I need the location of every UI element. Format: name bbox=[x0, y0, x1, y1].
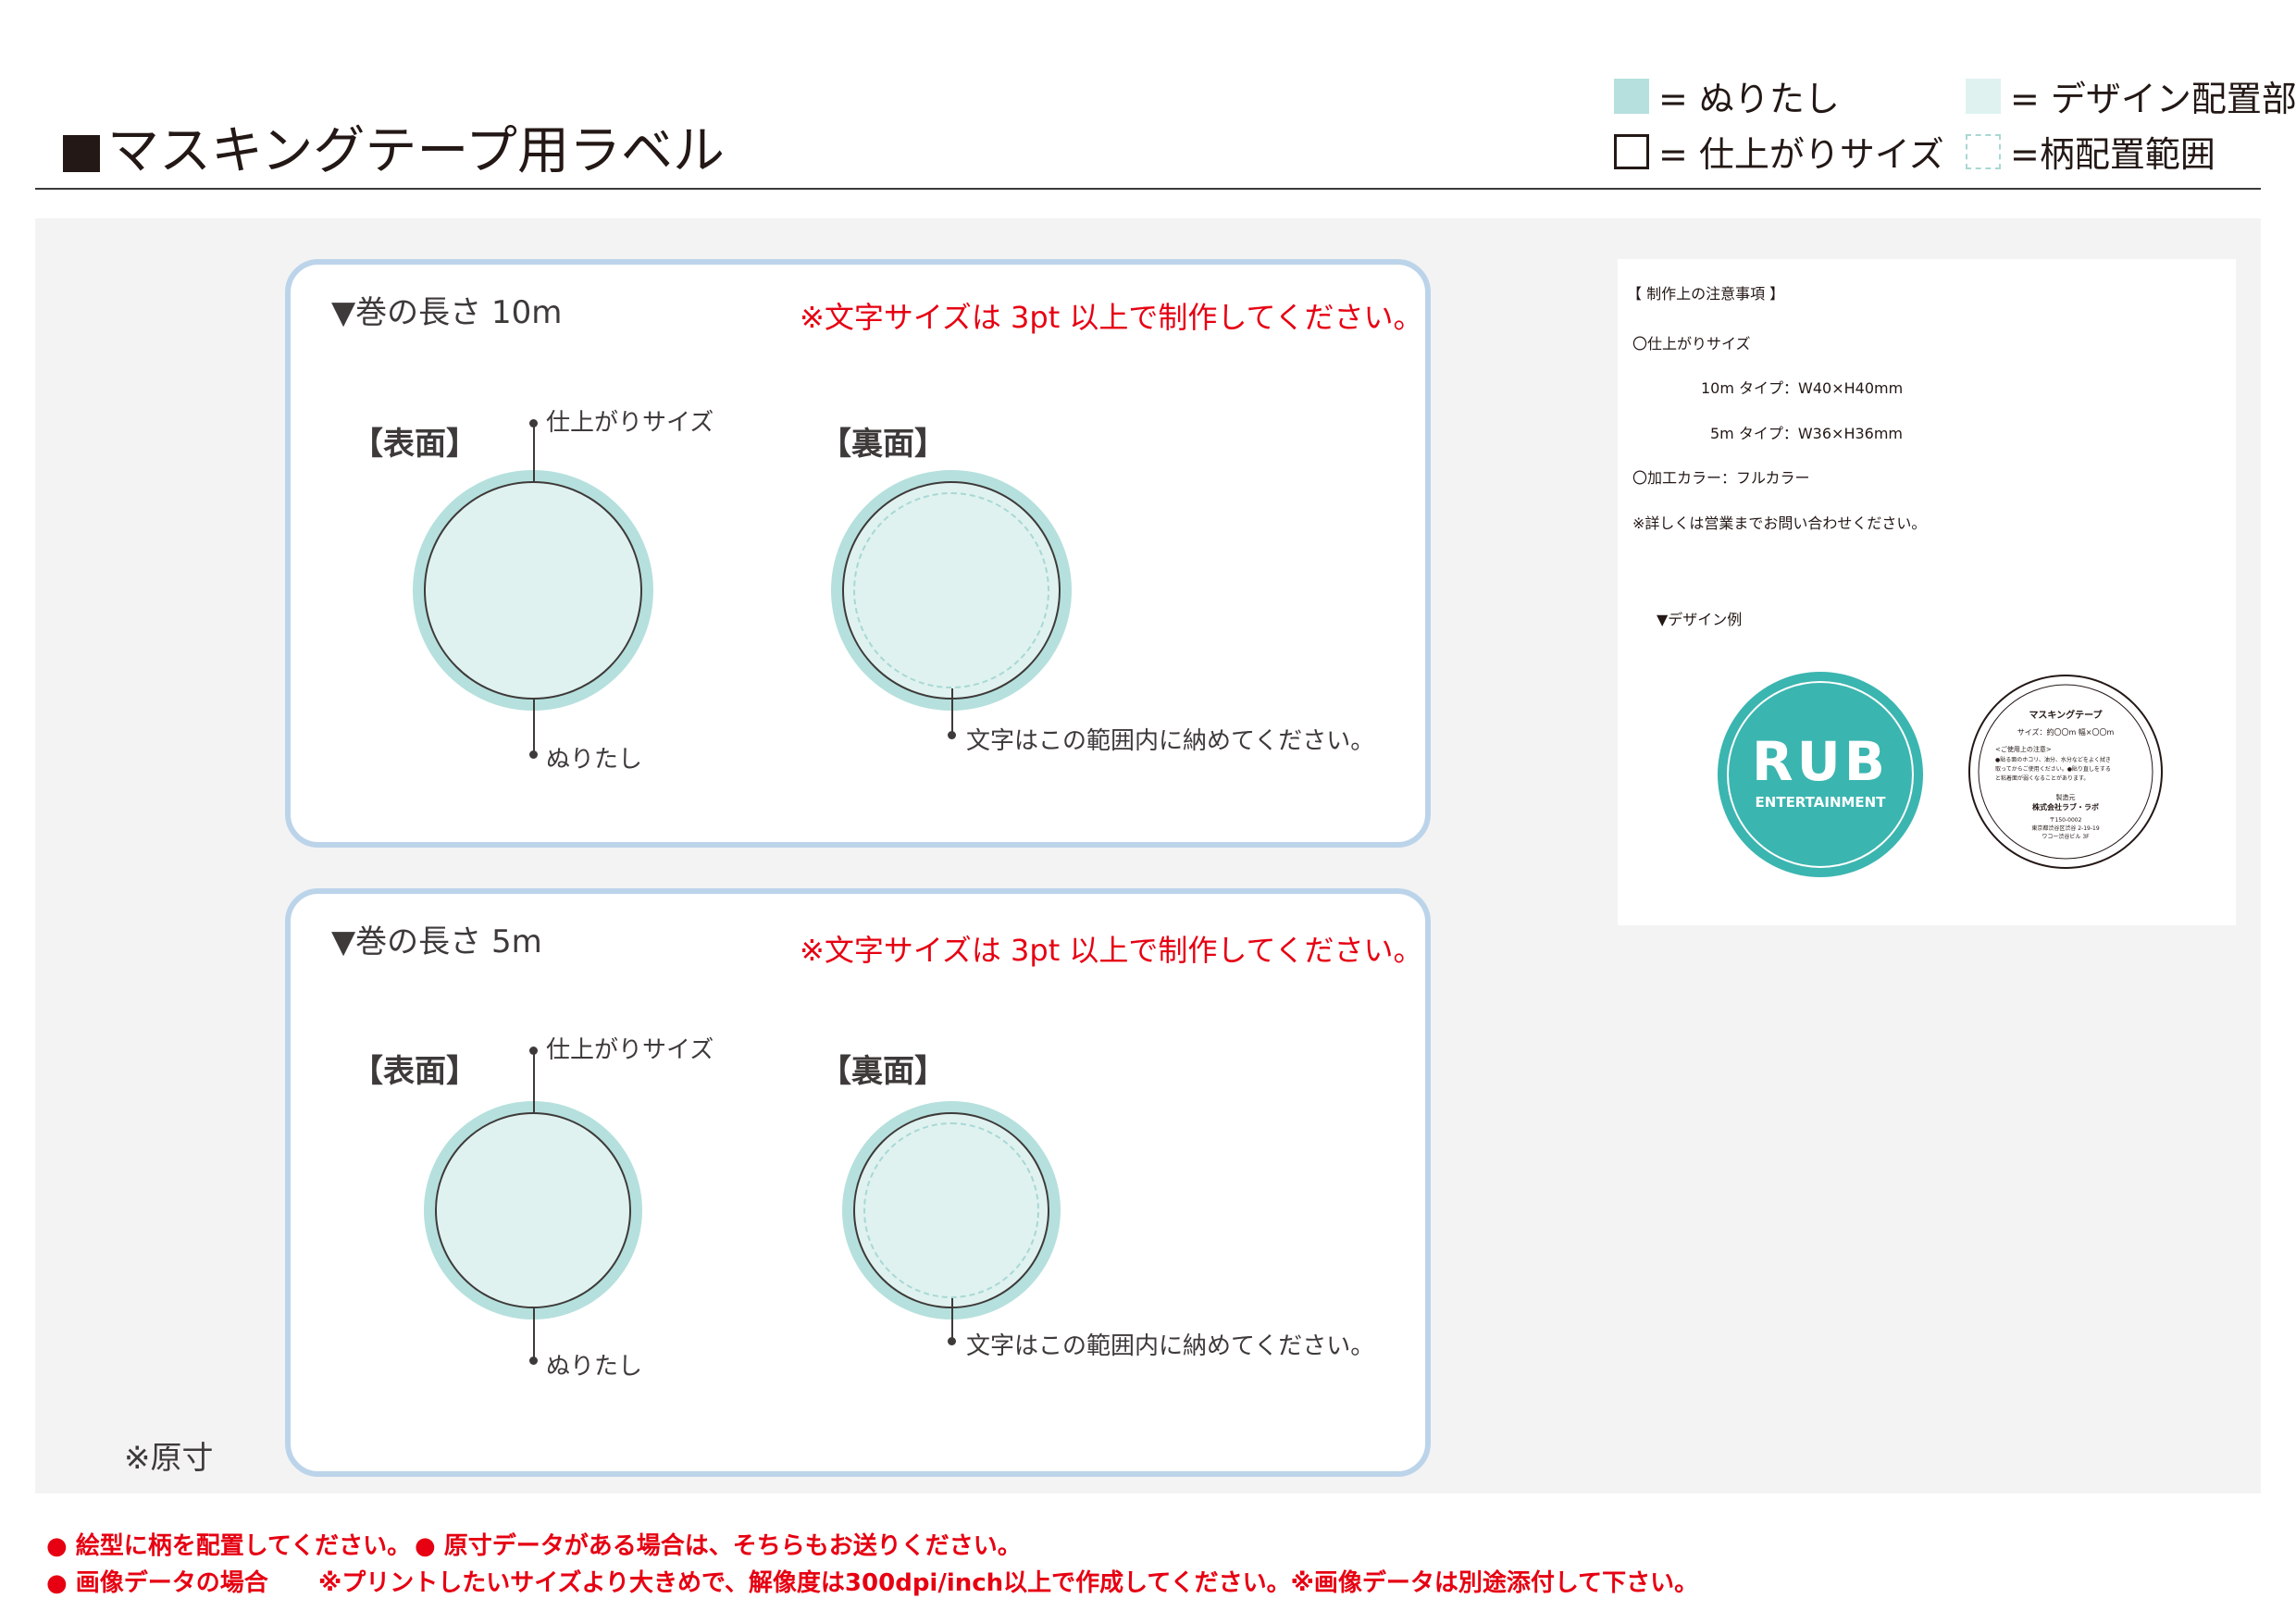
design-swatch-icon bbox=[1966, 78, 2001, 114]
original-size-note: ※原寸 bbox=[124, 1440, 214, 1477]
legend-trim: = 仕上がりサイズ bbox=[1614, 126, 1944, 177]
page-title: マスキングテープ用ラベル bbox=[63, 109, 725, 184]
panel-10m-front-trim-label: 仕上がりサイズ bbox=[546, 409, 714, 437]
legend-area: =柄配置範囲 bbox=[1966, 126, 2215, 177]
panel-5m-warning: ※文字サイズは 3pt 以上で制作してください。 bbox=[800, 933, 1423, 968]
panel-10m-front-bleed-dot bbox=[529, 750, 538, 759]
panel-5m-length: ▼巻の長さ 5m bbox=[331, 923, 542, 960]
notes-contact: ※詳しくは営業までお問い合わせください。 bbox=[1632, 514, 1927, 532]
footer-line2a: ● 画像データの場合 bbox=[46, 1569, 268, 1597]
panel-5m-back-area-dot bbox=[948, 1337, 956, 1345]
example-front-logo: RUB bbox=[1752, 730, 1889, 793]
notes-example-heading: ▼デザイン例 bbox=[1657, 611, 1743, 628]
panel-10m-front-label: 【表面】 bbox=[352, 426, 478, 463]
notes-size-10m: 10m タイプ：W40×H40mm bbox=[1701, 379, 1904, 397]
panel-5m-back-label: 【裏面】 bbox=[820, 1053, 946, 1090]
panel-5m-back-area-label: 文字はこの範囲内に納めてください。 bbox=[966, 1332, 1375, 1360]
notes-finish-size-title: 〇仕上がりサイズ bbox=[1632, 335, 1751, 353]
panel-10m-back-area bbox=[853, 492, 1049, 688]
panel-5m-front-trim bbox=[435, 1112, 631, 1308]
panel-10m-warning: ※文字サイズは 3pt 以上で制作してください。 bbox=[800, 300, 1423, 335]
example-back-maker-label: 製造元 bbox=[2056, 793, 2076, 801]
panel-10m-length: ▼巻の長さ 10m bbox=[331, 294, 563, 331]
legend-trim-text: = 仕上がりサイズ bbox=[1658, 134, 1944, 175]
notes-color: 〇加工カラー：フルカラー bbox=[1632, 469, 1810, 487]
example-back-addr-1: 東京都渋谷区渋谷 2-19-19 bbox=[2031, 824, 2100, 832]
panel-5m-front-bleed-dot bbox=[529, 1357, 538, 1365]
example-front-sticker: RUB ENTERTAINMENT bbox=[1718, 672, 1923, 877]
legend-bleed: = ぬりたし bbox=[1614, 70, 1840, 121]
trim-swatch-icon bbox=[1614, 133, 1649, 169]
footer-line2b: ※プリントしたいサイズより大きめで、解像度は300dpi/inch以上で作成して… bbox=[318, 1569, 1699, 1597]
example-back-caution-1: ●貼る面のホコリ、油分、水分などをよく拭き bbox=[1995, 756, 2111, 763]
example-back-sticker: マスキングテープ サイズ：約〇〇m 幅×〇〇m <ご使用上の注意> ●貼る面のホ… bbox=[1968, 675, 2163, 869]
panel-10m-back-area-leader bbox=[951, 688, 953, 735]
footer-line1b: ● 原寸データがある場合は、そちらもお送りください。 bbox=[415, 1532, 1022, 1560]
panel-5m-back-area bbox=[863, 1122, 1039, 1298]
square-bullet-icon bbox=[63, 135, 100, 172]
area-swatch-icon bbox=[1966, 133, 2001, 169]
panel-10m-front-trim-dot bbox=[529, 419, 538, 427]
legend-design-text: = デザイン配置部 bbox=[2010, 79, 2296, 119]
bleed-swatch-icon bbox=[1614, 78, 1649, 114]
panel-5m-front-trim-leader bbox=[533, 1051, 535, 1112]
panel-10m-front-trim-leader bbox=[533, 424, 535, 481]
panel-10m-front-trim bbox=[424, 481, 642, 700]
notes-heading: 【 制作上の注意事項 】 bbox=[1627, 285, 1785, 303]
panel-5m-front-label: 【表面】 bbox=[352, 1053, 478, 1090]
example-back-size: サイズ：約〇〇m 幅×〇〇m bbox=[2017, 727, 2115, 737]
example-front-sub: ENTERTAINMENT bbox=[1756, 794, 1887, 811]
panel-5m-front-bleed-leader bbox=[533, 1308, 535, 1360]
example-back-addr-2: ワコー渋谷ビル 3F bbox=[2042, 833, 2090, 840]
panel-10m-back-area-label: 文字はこの範囲内に納めてください。 bbox=[966, 727, 1375, 755]
footer-line1a: ● 絵型に柄を配置してください。 bbox=[46, 1532, 412, 1560]
header-divider bbox=[35, 188, 2261, 190]
example-back-maker: 株式会社ラブ・ラボ bbox=[2032, 802, 2099, 812]
panel-5m-front-trim-label: 仕上がりサイズ bbox=[546, 1036, 714, 1064]
notes-size-5m: 5m タイプ：W36×H36mm bbox=[1710, 425, 1904, 442]
page-title-text: マスキングテープ用ラベル bbox=[107, 121, 725, 181]
panel-5m-back-area-leader bbox=[951, 1298, 953, 1341]
panel-10m-front-bleed-leader bbox=[533, 700, 535, 755]
example-back-caution-title: <ご使用上の注意> bbox=[1995, 745, 2052, 753]
example-back-title: マスキングテープ bbox=[2029, 709, 2103, 721]
panel-10m-front-bleed-label: ぬりたし bbox=[546, 746, 643, 774]
panel-5m-front-trim-dot bbox=[529, 1047, 538, 1055]
legend-area-text: =柄配置範囲 bbox=[2010, 134, 2215, 175]
legend-design: = デザイン配置部 bbox=[1966, 70, 2296, 121]
example-back-caution-2: 取ってからご使用ください。●貼り直しをする bbox=[1995, 765, 2111, 773]
legend-bleed-text: = ぬりたし bbox=[1658, 79, 1840, 119]
panel-10m-back-area-dot bbox=[948, 731, 956, 739]
panel-5m-front-bleed-label: ぬりたし bbox=[546, 1353, 643, 1381]
panel-10m-back-label: 【裏面】 bbox=[820, 426, 946, 463]
example-back-caution-3: と粘着面が弱くなることがあります。 bbox=[1995, 774, 2089, 782]
example-back-zip: 〒150-0002 bbox=[2050, 817, 2082, 824]
